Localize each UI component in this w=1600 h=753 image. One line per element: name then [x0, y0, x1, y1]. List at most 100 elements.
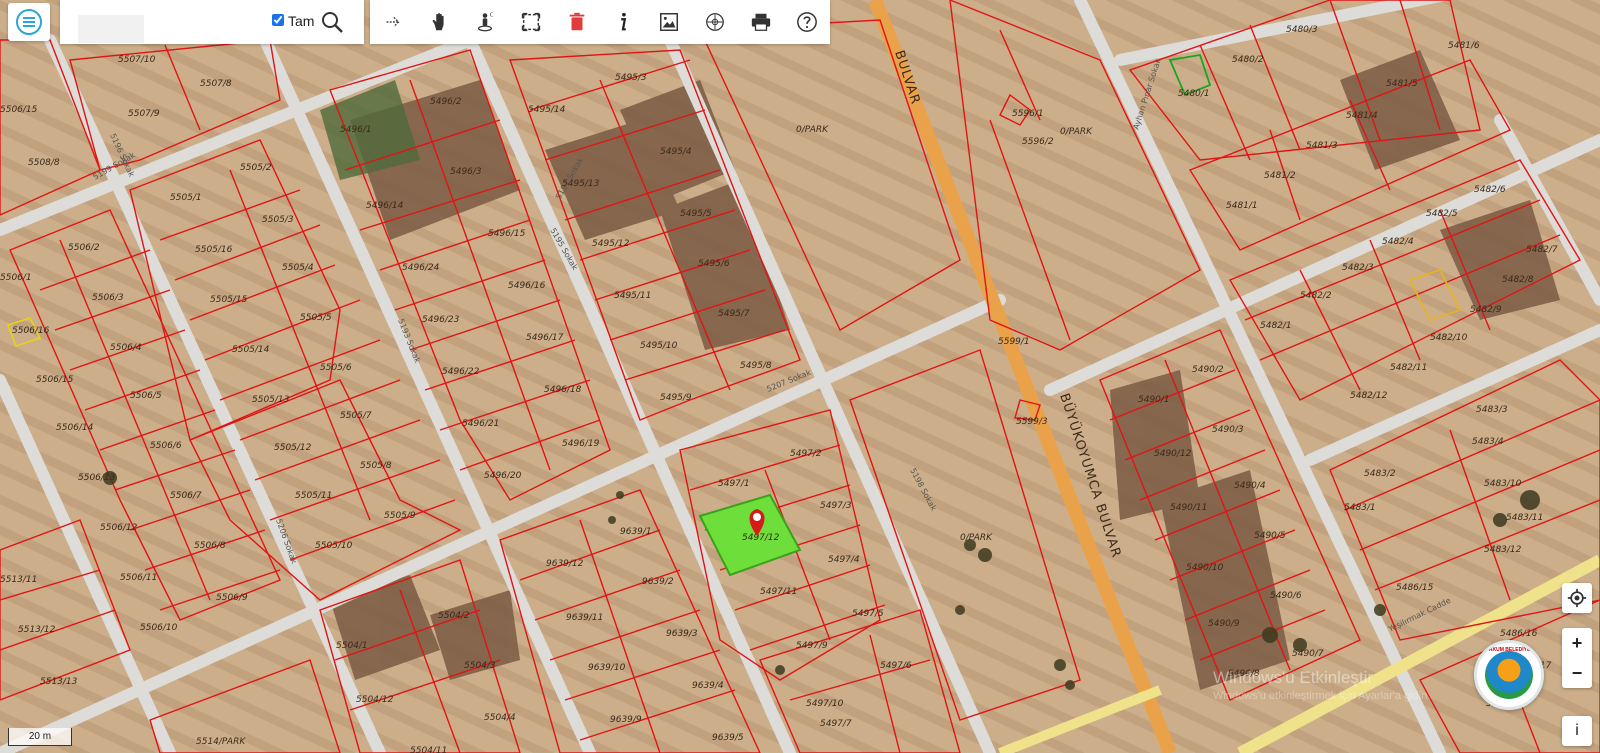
- parcel-label: 5497/9: [796, 641, 828, 651]
- parcel-label: 5496/14: [366, 201, 404, 211]
- parcel-label: 5490/2: [1192, 365, 1224, 375]
- parcel-label: 5483/2: [1364, 469, 1396, 479]
- parcel-label: 5506/2: [68, 243, 100, 253]
- menu-button[interactable]: [8, 3, 50, 41]
- parcel-label: 5482/7: [1526, 245, 1558, 255]
- parcel-label: 5496/17: [526, 333, 564, 343]
- help-button[interactable]: [784, 0, 830, 44]
- map-canvas[interactable]: 5199 Sokak5196 Sokak5195 Sokak5197 Sokak…: [0, 0, 1600, 753]
- info-panel-button[interactable]: i: [1562, 716, 1592, 746]
- parcel-label: 5490/9: [1208, 619, 1240, 629]
- parcel-label: 5505/6: [320, 363, 352, 373]
- parcel-label: 5506/9: [216, 593, 248, 603]
- parcel-label: 5496/18: [544, 385, 582, 395]
- zoom-in-button[interactable]: +: [1562, 628, 1592, 658]
- parcel-label: 5497/5: [852, 609, 884, 619]
- parcel-label: 5506/15: [36, 375, 74, 385]
- parcel-label: 5504/12: [356, 695, 394, 705]
- info-button[interactable]: [600, 0, 646, 44]
- parcel-label: 5496/22: [442, 367, 480, 377]
- info-icon: [621, 12, 627, 31]
- arrow-icon: [386, 16, 400, 28]
- municipality-logo: ATAKUM BELEDİYESİ: [1474, 640, 1544, 710]
- parcel-label: 5497/11: [760, 587, 797, 597]
- parcel-label: 5505/16: [195, 245, 233, 255]
- parcel-label: 5504/2: [438, 611, 470, 621]
- trash-icon: [569, 12, 585, 31]
- parcel-label: 5505/1: [170, 193, 202, 203]
- search-panel: Tam: [60, 0, 364, 44]
- parcel-label: 5506/8: [194, 541, 226, 551]
- select-box-button[interactable]: [508, 0, 554, 44]
- parcel-label: 5486/15: [1396, 583, 1434, 593]
- delete-button[interactable]: [554, 0, 600, 44]
- parcel-label: 9639/4: [692, 681, 724, 691]
- parcel-label: 0/PARK: [960, 533, 993, 543]
- parcel-label: 5505/9: [384, 511, 416, 521]
- arrow-tool-button[interactable]: [370, 0, 416, 44]
- zoom-control: + −: [1562, 628, 1592, 688]
- parcel-label: 5514/PARK: [196, 737, 246, 747]
- parcel-label: 5480/2: [1232, 55, 1264, 65]
- coordinate-button[interactable]: [692, 0, 738, 44]
- select-box-icon: [521, 12, 541, 32]
- parcel-label: 5482/11: [1390, 363, 1427, 373]
- parcel-label: 5480/1: [1178, 89, 1210, 99]
- parcel-label: 9639/11: [566, 613, 603, 623]
- parcel-label: 5495/10: [640, 341, 678, 351]
- parcel-label: 5496/24: [402, 263, 440, 273]
- search-icon[interactable]: [320, 10, 344, 34]
- parcel-label: 5505/14: [232, 345, 270, 355]
- zoom-out-button[interactable]: −: [1562, 658, 1592, 688]
- parcel-label: 9639/3: [666, 629, 698, 639]
- parcel-label: 5497/4: [828, 555, 860, 565]
- parcel-label: 5495/9: [660, 393, 692, 403]
- parcel-label: 5507/8: [200, 79, 232, 89]
- parcel-label: 5480/3: [1286, 25, 1318, 35]
- parcel-label: 5481/6: [1448, 41, 1480, 51]
- parcel-label: 5482/3: [1342, 263, 1374, 273]
- parcel-label: 5495/3: [615, 73, 647, 83]
- parcel-label: 5486/16: [1500, 629, 1538, 639]
- locate-button[interactable]: [1562, 583, 1592, 613]
- parcel-label: 0/PARK: [1060, 127, 1093, 137]
- parcel-label: 5497/7: [820, 719, 852, 729]
- parcel-label: 9639/1: [620, 527, 652, 537]
- scale-bar: 20 m: [8, 728, 72, 746]
- parcel-label: 5482/4: [1382, 237, 1414, 247]
- parcel-label: 5599/3: [1016, 417, 1048, 427]
- parcel-label: 5490/11: [1170, 503, 1207, 513]
- search-input[interactable]: [78, 15, 144, 43]
- parcel-label: 5505/2: [240, 163, 272, 173]
- parcel-label: 5504/1: [336, 641, 368, 651]
- street-view-icon: C: [477, 13, 494, 32]
- parcel-label: 5506/14: [56, 423, 94, 433]
- tam-checkbox[interactable]: [272, 14, 284, 26]
- parcel-label: 5483/11: [1506, 513, 1543, 523]
- street-view-button[interactable]: C: [462, 0, 508, 44]
- parcel-label: 5596/2: [1022, 137, 1054, 147]
- parcel-label: 5505/10: [315, 541, 353, 551]
- parcel-label: 5490/5: [1254, 531, 1286, 541]
- parcel-label: 5599/1: [998, 337, 1030, 347]
- parcel-label: 5513/11: [0, 575, 37, 585]
- parcel-label: 5513/12: [18, 625, 56, 635]
- parcel-label: 5482/10: [1430, 333, 1468, 343]
- activation-watermark-sub: Windows'u etkinleştirmek için Ayarlar'a …: [1213, 690, 1431, 702]
- parcel-label: 5505/5: [300, 313, 332, 323]
- parcel-label: 5497/2: [790, 449, 822, 459]
- parcel-label: 5495/12: [592, 239, 630, 249]
- parcel-label: 5483/3: [1476, 405, 1508, 415]
- parcel-label: 5507/9: [128, 109, 160, 119]
- parcel-label: 5490/4: [1234, 481, 1266, 491]
- parcel-label: 5481/4: [1346, 111, 1378, 121]
- parcel-label: 5497/10: [806, 699, 844, 709]
- parcel-label: 5482/5: [1426, 209, 1458, 219]
- parcel-label: 5505/7: [340, 411, 372, 421]
- parcel-label: 5482/2: [1300, 291, 1332, 301]
- print-button[interactable]: [738, 0, 784, 44]
- image-gallery-button[interactable]: [646, 0, 692, 44]
- image-gallery-icon: [660, 13, 678, 31]
- parcel-label: 5483/1: [1344, 503, 1376, 513]
- pan-tool-button[interactable]: [416, 0, 462, 44]
